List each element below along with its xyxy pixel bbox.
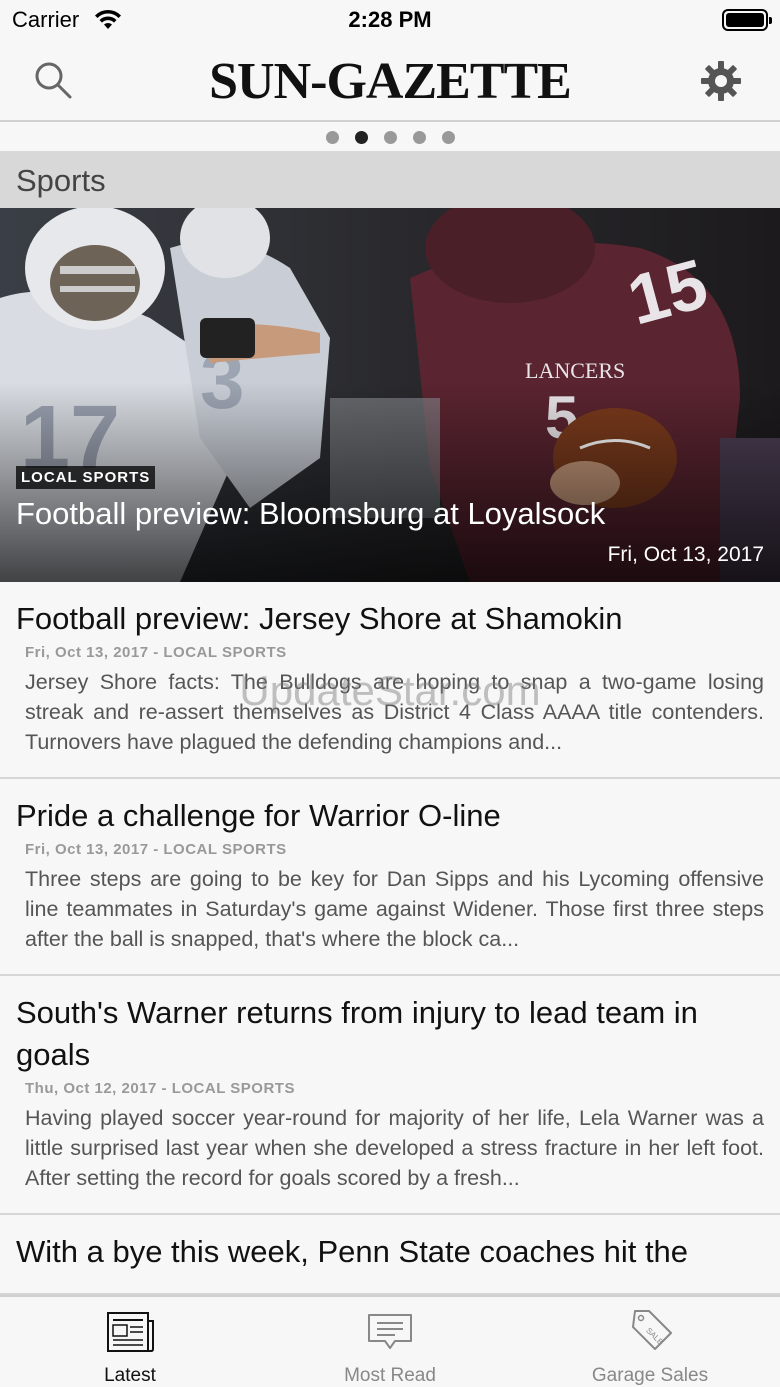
article-meta: Fri, Oct 13, 2017 - LOCAL SPORTS xyxy=(25,644,287,661)
svg-text:SALE: SALE xyxy=(644,1326,665,1347)
tab-bar: Latest Most Read SALE Garage Sales xyxy=(0,1295,780,1387)
message-icon xyxy=(368,1314,412,1349)
section-header: Sports xyxy=(0,151,780,208)
page-dot[interactable] xyxy=(325,130,339,144)
tab-latest[interactable]: Latest xyxy=(0,1297,260,1387)
tab-label: Most Read xyxy=(344,1365,436,1386)
article-item[interactable]: With a bye this week, Penn State coaches… xyxy=(0,1215,780,1295)
article-list[interactable]: Football preview: Jersey Shore at Shamok… xyxy=(0,582,780,1295)
masthead-logo: SUN-GAZETTE xyxy=(209,53,572,110)
article-meta: Thu, Oct 12, 2017 - LOCAL SPORTS xyxy=(25,1080,295,1097)
clock: 2:28 PM xyxy=(348,7,432,32)
hero-title[interactable]: Football preview: Bloomsburg at Loyalsoc… xyxy=(16,496,605,532)
newspaper-icon xyxy=(107,1312,154,1352)
page-dot[interactable] xyxy=(412,130,426,144)
tab-label: Latest xyxy=(104,1365,156,1386)
page-dot[interactable] xyxy=(383,130,397,144)
svg-text:LANCERS: LANCERS xyxy=(525,358,625,383)
gear-icon[interactable] xyxy=(698,58,744,104)
tab-label: Garage Sales xyxy=(591,1365,709,1386)
section-title: Sports xyxy=(16,163,106,198)
nav-bar: SUN-GAZETTE xyxy=(0,40,780,122)
article-title[interactable]: With a bye this week, Penn State coaches… xyxy=(16,1231,764,1273)
article-title[interactable]: South's Warner returns from injury to le… xyxy=(16,992,764,1076)
article-summary: Having played soccer year-round for majo… xyxy=(25,1106,764,1190)
battery-icon xyxy=(722,9,772,31)
article-summary: Three steps are going to be key for Dan … xyxy=(25,867,764,951)
page-dot-active[interactable] xyxy=(354,130,368,144)
tab-garage-sales[interactable]: SALE Garage Sales xyxy=(520,1297,780,1387)
hero-date: Fri, Oct 13, 2017 xyxy=(607,543,764,566)
article-item[interactable]: South's Warner returns from injury to le… xyxy=(0,976,780,1215)
tab-most-read[interactable]: Most Read xyxy=(260,1297,520,1387)
article-meta: Fri, Oct 13, 2017 - LOCAL SPORTS xyxy=(25,841,287,858)
sale-tag-icon: SALE xyxy=(632,1310,672,1350)
article-item[interactable]: Pride a challenge for Warrior O-line Fri… xyxy=(0,779,780,976)
hero-story[interactable]: 17 3 15 LANCERS 5 LOCAL SPORTS Football … xyxy=(0,208,780,582)
page-indicator[interactable] xyxy=(0,124,780,150)
article-item[interactable]: Football preview: Jersey Shore at Shamok… xyxy=(0,582,780,779)
page-dot[interactable] xyxy=(441,130,455,144)
status-bar: Carrier 2:28 PM xyxy=(0,0,780,40)
hero-category-badge: LOCAL SPORTS xyxy=(16,466,156,489)
article-summary: Jersey Shore facts: The Bulldogs are hop… xyxy=(25,670,764,754)
article-title[interactable]: Football preview: Jersey Shore at Shamok… xyxy=(16,598,764,640)
article-title[interactable]: Pride a challenge for Warrior O-line xyxy=(16,795,764,837)
